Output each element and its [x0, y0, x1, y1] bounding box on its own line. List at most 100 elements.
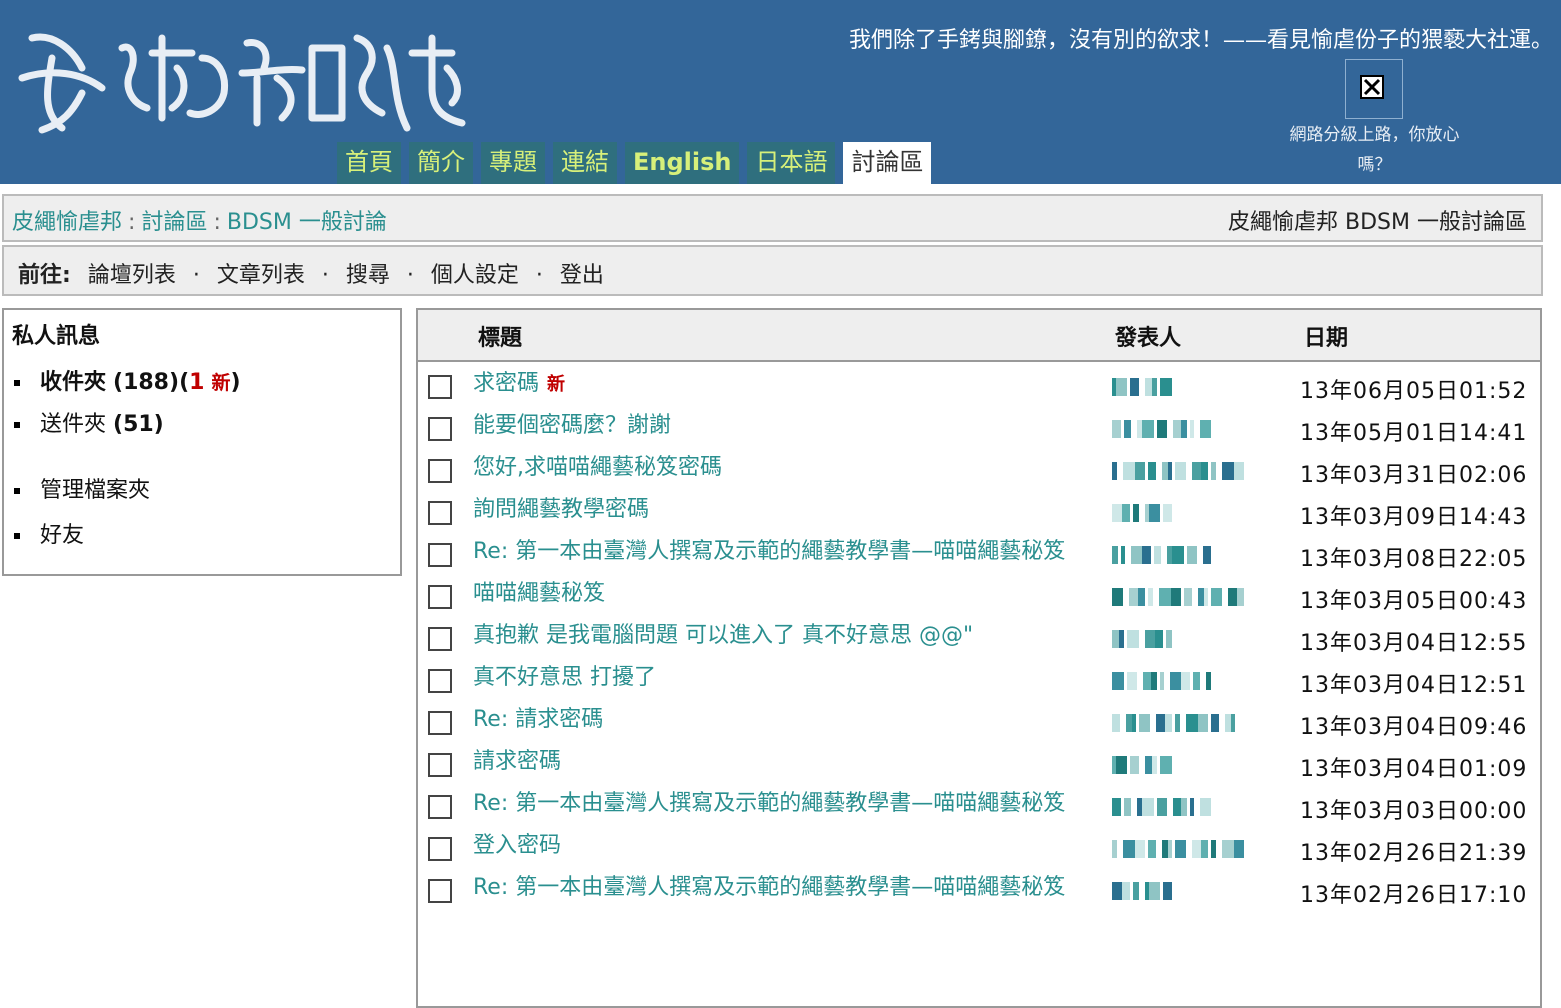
goto-bar: 前往: 論壇列表 · 文章列表 · 搜尋 · 個人設定 · 登出 [2, 245, 1543, 296]
message-author-pixelated[interactable] [1112, 840, 1247, 858]
row-checkbox[interactable] [428, 711, 452, 735]
message-row: 喵喵繩藝秘笈 13年03月05日00:43 [418, 576, 1540, 618]
nav-tab-forum[interactable]: 討論區 [843, 142, 932, 184]
pm-friends-link[interactable]: 好友 [14, 517, 84, 549]
message-author-pixelated[interactable] [1112, 756, 1178, 774]
pm-manage-folders-link[interactable]: 管理檔案夾 [14, 472, 150, 504]
breadcrumb-home[interactable]: 皮繩愉虐邦 [12, 210, 122, 235]
pixel-block [1163, 504, 1172, 522]
pixel-block [1231, 714, 1235, 732]
new-badge: 新 [547, 374, 566, 395]
message-row: 真不好意思 打擾了 13年03月04日12:51 [418, 660, 1540, 702]
row-checkbox[interactable] [428, 375, 452, 399]
row-checkbox[interactable] [428, 627, 452, 651]
row-checkbox[interactable] [428, 753, 452, 777]
message-subject-link[interactable]: 真抱歉 是我電腦問題 可以進入了 真不好意思 @@" [473, 618, 1103, 654]
message-author-pixelated[interactable] [1112, 378, 1178, 396]
row-checkbox[interactable] [428, 837, 452, 861]
column-header-date[interactable]: 日期 [1304, 320, 1348, 352]
pixel-block [1142, 420, 1154, 438]
breadcrumb-separator: : [128, 210, 136, 235]
message-date: 13年02月26日17:10 [1300, 883, 1528, 908]
pixel-block [1116, 378, 1127, 396]
pixel-block [1112, 714, 1120, 732]
message-subject-link[interactable]: Re: 第一本由臺灣人撰寫及示範的繩藝教學書—喵喵繩藝秘笈 [473, 786, 1103, 822]
message-author-pixelated[interactable] [1112, 672, 1211, 690]
message-author-pixelated[interactable] [1112, 462, 1247, 480]
row-checkbox[interactable] [428, 795, 452, 819]
board-title: 皮繩愉虐邦 BDSM 一般討論區 [1228, 210, 1527, 235]
breadcrumb-board[interactable]: BDSM 一般討論 [227, 210, 387, 235]
message-author-pixelated[interactable] [1112, 546, 1211, 564]
pixel-block [1133, 882, 1139, 900]
pm-sent-link[interactable]: 送件夾 (51) [14, 406, 164, 438]
column-header-subject[interactable]: 標題 [478, 320, 522, 352]
goto-link-settings[interactable]: 個人設定 [431, 263, 519, 288]
message-subject-link[interactable]: Re: 第一本由臺灣人撰寫及示範的繩藝教學書—喵喵繩藝秘笈 [473, 534, 1103, 570]
row-checkbox[interactable] [428, 879, 452, 903]
pixel-block [1181, 798, 1187, 816]
message-author-pixelated[interactable] [1112, 420, 1211, 438]
pixel-block [1112, 672, 1124, 690]
nav-tab-english[interactable]: English [625, 142, 740, 184]
row-checkbox[interactable] [428, 459, 452, 483]
pixel-block [1145, 378, 1152, 396]
message-author-pixelated[interactable] [1112, 630, 1178, 648]
pixel-block [1151, 672, 1157, 690]
message-subject-link[interactable]: 喵喵繩藝秘笈 [473, 576, 1103, 612]
row-checkbox[interactable] [428, 585, 452, 609]
nav-tab-topics[interactable]: 專題 [481, 142, 545, 184]
message-subject-link[interactable]: 能要個密碼麼？謝謝 [473, 408, 1103, 444]
message-author-pixelated[interactable] [1112, 714, 1238, 732]
message-author-pixelated[interactable] [1112, 798, 1211, 816]
goto-link-logout[interactable]: 登出 [560, 263, 604, 288]
row-checkbox[interactable] [428, 417, 452, 441]
pixel-block [1152, 378, 1157, 396]
message-subject-link[interactable]: Re: 第一本由臺灣人撰寫及示範的繩藝教學書—喵喵繩藝秘笈 [473, 870, 1103, 906]
message-subject-link[interactable]: 登入密码 [473, 828, 1103, 864]
row-checkbox[interactable] [428, 669, 452, 693]
row-checkbox[interactable] [428, 501, 452, 525]
pixel-block [1172, 546, 1184, 564]
message-author-pixelated[interactable] [1112, 588, 1247, 606]
pixel-block [1211, 588, 1222, 606]
nav-tab-links[interactable]: 連結 [553, 142, 617, 184]
pixel-block [1124, 798, 1131, 816]
pixel-block [1186, 714, 1198, 732]
pm-inbox-label: 收件夾 [40, 370, 107, 395]
content-rating-badge[interactable] [1345, 59, 1403, 119]
breadcrumb-forum[interactable]: 討論區 [141, 210, 207, 235]
pixel-block [1159, 588, 1171, 606]
message-subject-link[interactable]: 請求密碼 [473, 744, 1103, 780]
row-checkbox[interactable] [428, 543, 452, 567]
pixel-block [1175, 714, 1180, 732]
message-subject-link[interactable]: Re: 請求密碼 [473, 702, 1103, 738]
nav-tab-about[interactable]: 簡介 [409, 142, 473, 184]
goto-link-forum-list[interactable]: 論壇列表 [88, 263, 176, 288]
message-author-pixelated[interactable] [1112, 504, 1178, 522]
message-subject-link[interactable]: 您好,求喵喵繩藝秘笈密碼 [473, 450, 1103, 486]
message-subject-text: Re: 第一本由臺灣人撰寫及示範的繩藝教學書—喵喵繩藝秘笈 [473, 791, 1066, 816]
message-subject-text: 喵喵繩藝秘笈 [473, 581, 606, 606]
pixel-block [1142, 546, 1151, 564]
site-logo[interactable] [12, 18, 472, 138]
message-author-pixelated[interactable] [1112, 882, 1178, 900]
goto-link-topic-list[interactable]: 文章列表 [217, 263, 305, 288]
pixel-block [1166, 630, 1172, 648]
message-subject-link[interactable]: 求密碼新 [473, 366, 1103, 403]
pm-inbox-link[interactable]: 收件夾 (188)(1 新) [14, 364, 241, 396]
goto-separator: · [192, 263, 200, 288]
goto-link-search[interactable]: 搜尋 [346, 263, 390, 288]
message-date: 13年03月31日02:06 [1300, 463, 1528, 488]
pm-inbox-new-close: ) [230, 370, 241, 395]
pixel-block [1122, 882, 1130, 900]
nav-tab-home[interactable]: 首頁 [337, 142, 401, 184]
message-subject-text: 詢問繩藝教學密碼 [473, 497, 650, 522]
nav-tab-japanese[interactable]: 日本語 [747, 142, 836, 184]
message-subject-link[interactable]: 真不好意思 打擾了 [473, 660, 1103, 696]
pixel-block [1135, 840, 1145, 858]
bullet-icon [14, 380, 20, 386]
message-subject-link[interactable]: 詢問繩藝教學密碼 [473, 492, 1103, 528]
column-header-author[interactable]: 發表人 [1115, 320, 1181, 352]
pixel-block [1171, 588, 1181, 606]
